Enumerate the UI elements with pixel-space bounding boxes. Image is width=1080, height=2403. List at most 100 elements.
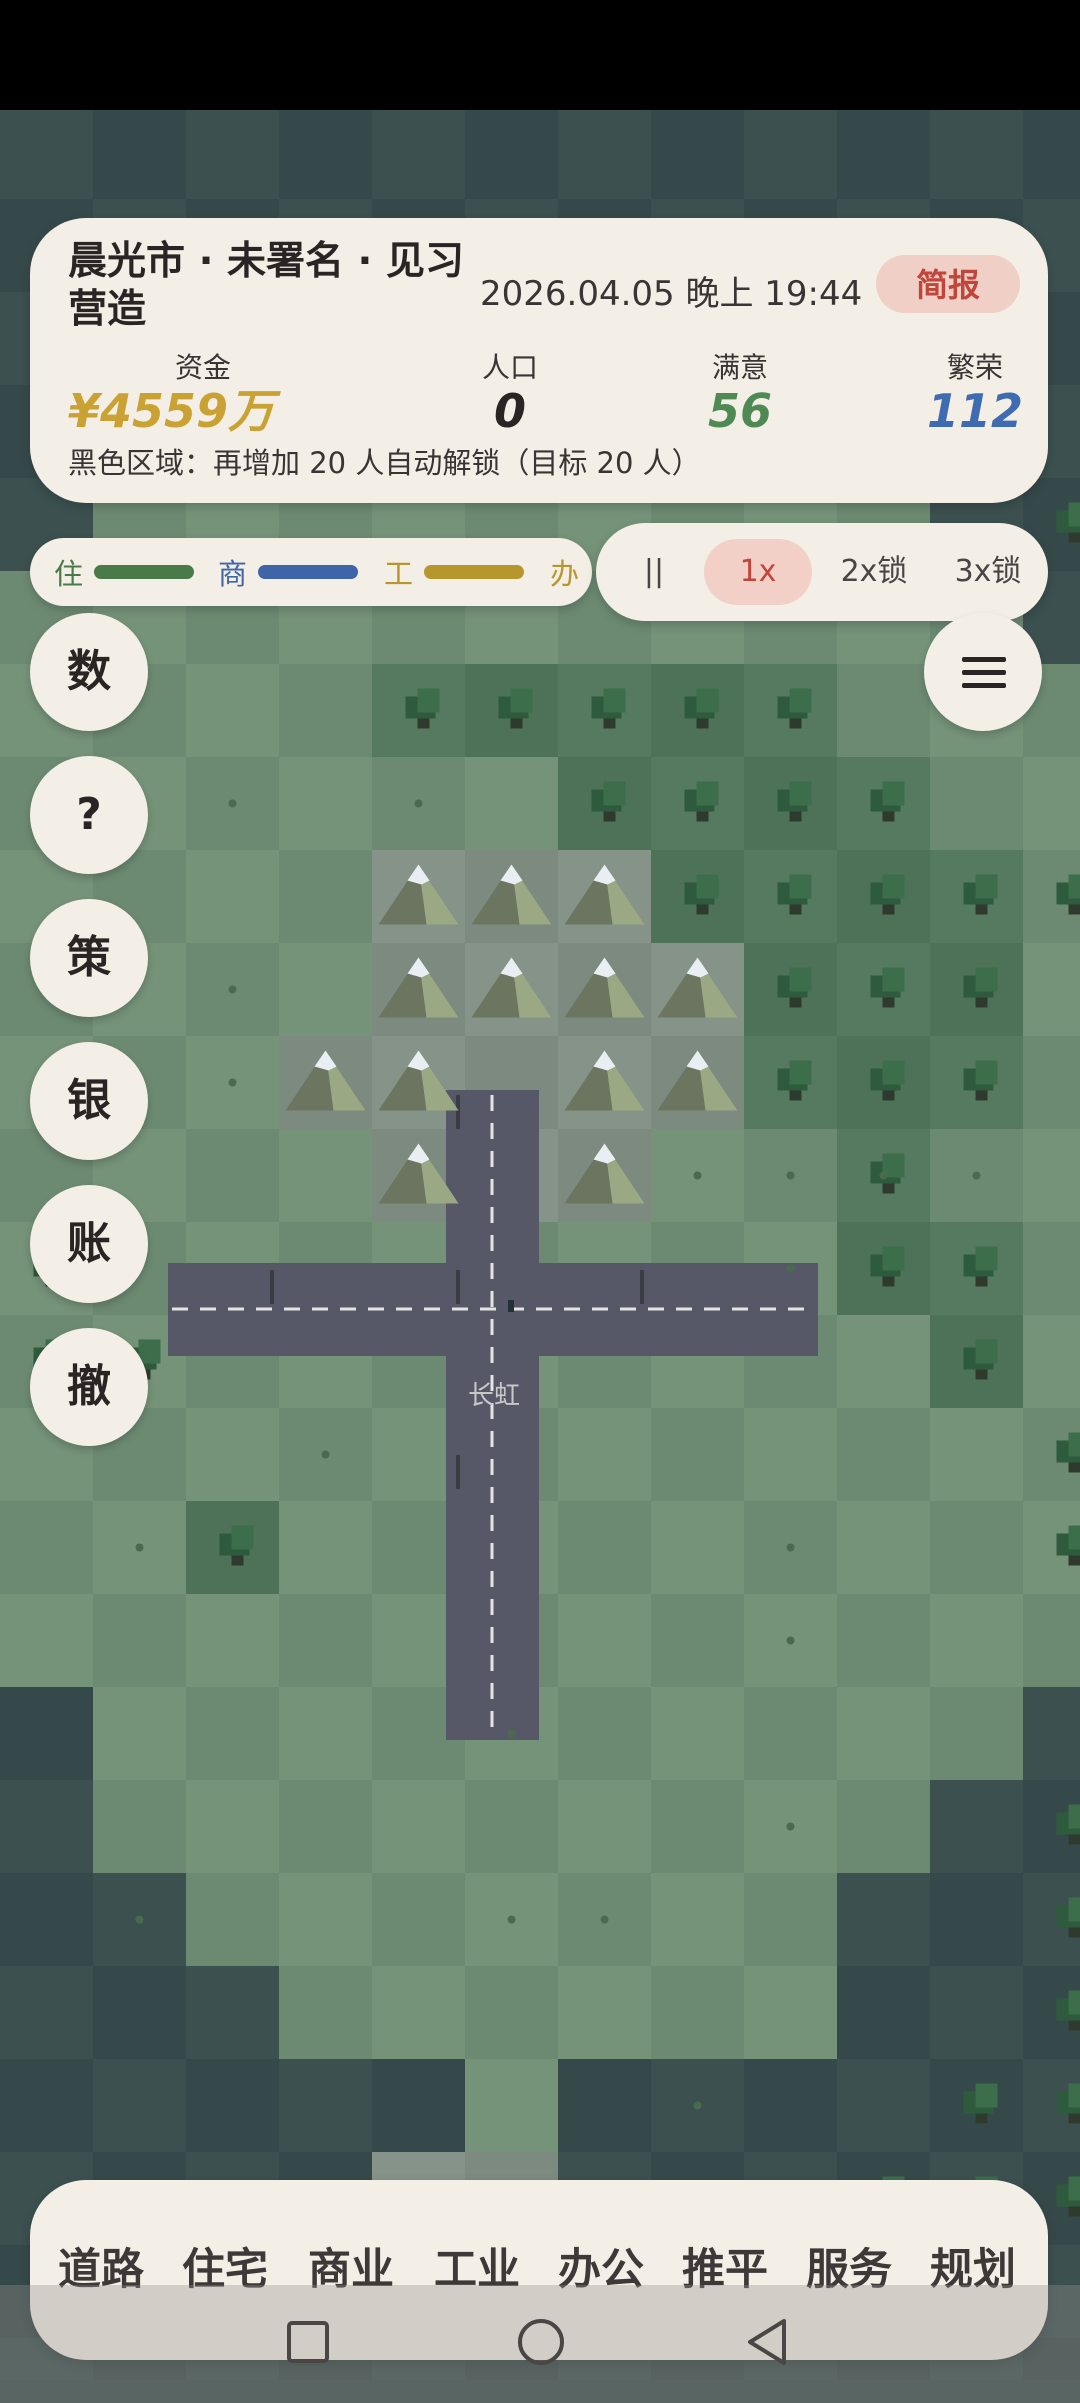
map-tile[interactable] [930, 757, 1023, 850]
map-tile[interactable] [1023, 943, 1080, 1036]
map-tile[interactable] [279, 1594, 372, 1687]
brief-button[interactable]: 简报 [876, 255, 1020, 313]
map-tile[interactable] [930, 1501, 1023, 1594]
map-tile[interactable] [186, 1873, 279, 1966]
map-tile[interactable] [651, 1966, 744, 2059]
map-tile[interactable] [186, 110, 279, 199]
map-tile[interactable] [279, 1687, 372, 1780]
menu-button[interactable] [924, 613, 1042, 731]
map-tile[interactable] [93, 110, 186, 199]
map-tile[interactable] [93, 1966, 186, 2059]
map-tile[interactable] [558, 1408, 651, 1501]
map-tile[interactable] [0, 1780, 93, 1873]
map-tile[interactable] [651, 1594, 744, 1687]
map-tile[interactable] [837, 2059, 930, 2152]
map-tile[interactable] [558, 1780, 651, 1873]
ledger-button[interactable]: 账 [30, 1185, 148, 1303]
map-tile[interactable] [279, 757, 372, 850]
map-tile[interactable] [1023, 1036, 1080, 1129]
map-tile[interactable] [186, 1780, 279, 1873]
map-tile[interactable] [1023, 1222, 1080, 1315]
map-tile[interactable] [279, 110, 372, 199]
map-tile[interactable] [465, 757, 558, 850]
map-tile[interactable] [558, 110, 651, 199]
bank-button[interactable]: 银 [30, 1042, 148, 1160]
map-tile[interactable] [0, 2059, 93, 2152]
map-tile[interactable] [651, 1687, 744, 1780]
map-tile[interactable] [744, 1966, 837, 2059]
map-tile[interactable] [837, 1501, 930, 1594]
map-tile[interactable] [93, 1594, 186, 1687]
map-tile[interactable] [465, 1780, 558, 1873]
map-tile[interactable] [558, 1594, 651, 1687]
map-tile[interactable] [279, 943, 372, 1036]
map-tile[interactable] [186, 1408, 279, 1501]
policy-button[interactable]: 策 [30, 899, 148, 1017]
map-tile[interactable] [279, 1966, 372, 2059]
map-tile[interactable] [0, 1966, 93, 2059]
map-tile[interactable] [837, 1966, 930, 2059]
map-tile[interactable] [372, 1780, 465, 1873]
map-tile[interactable] [651, 110, 744, 199]
map-tile[interactable] [558, 1687, 651, 1780]
pause-button[interactable]: || [604, 539, 704, 605]
map-tile[interactable] [279, 1129, 372, 1222]
help-button[interactable]: ? [30, 756, 148, 874]
map-tile[interactable] [930, 1594, 1023, 1687]
map-tile[interactable] [930, 1780, 1023, 1873]
map-tile[interactable] [0, 110, 93, 199]
map-tile[interactable] [465, 2059, 558, 2152]
map-tile[interactable] [837, 1408, 930, 1501]
map-tile[interactable] [186, 1687, 279, 1780]
map-tile[interactable] [1023, 1687, 1080, 1780]
map-tile[interactable] [651, 1873, 744, 1966]
map-tile[interactable] [837, 1780, 930, 1873]
map-tile[interactable] [372, 2059, 465, 2152]
map-tile[interactable] [558, 1501, 651, 1594]
map-tile[interactable] [279, 850, 372, 943]
map-tile[interactable] [744, 1873, 837, 1966]
map-tile[interactable] [930, 1966, 1023, 2059]
map-tile[interactable] [744, 2059, 837, 2152]
recents-icon[interactable] [284, 2315, 332, 2369]
map-tile[interactable] [1023, 110, 1080, 199]
map-tile[interactable] [372, 110, 465, 199]
map-tile[interactable] [930, 1873, 1023, 1966]
map-tile[interactable] [1023, 1594, 1080, 1687]
map-tile[interactable] [744, 1408, 837, 1501]
map-tile[interactable] [465, 1966, 558, 2059]
speed-1x-button[interactable]: 1x [704, 539, 812, 605]
map-tile[interactable] [372, 1873, 465, 1966]
map-tile[interactable] [837, 664, 930, 757]
map-tile[interactable] [186, 1594, 279, 1687]
map-tile[interactable] [279, 2059, 372, 2152]
home-icon[interactable] [514, 2315, 568, 2369]
map-tile[interactable] [186, 2059, 279, 2152]
map-tile[interactable] [837, 110, 930, 199]
map-tile[interactable] [744, 110, 837, 199]
map-tile[interactable] [93, 2059, 186, 2152]
map-tile[interactable] [186, 1129, 279, 1222]
map-tile[interactable] [930, 1687, 1023, 1780]
map-tile[interactable] [837, 1687, 930, 1780]
map-tile[interactable] [465, 110, 558, 199]
undo-button[interactable]: 撤 [30, 1328, 148, 1446]
map-tile[interactable] [93, 1780, 186, 1873]
map-tile[interactable] [744, 1687, 837, 1780]
map-tile[interactable] [651, 1501, 744, 1594]
map-tile[interactable] [186, 664, 279, 757]
map-tile[interactable] [651, 1408, 744, 1501]
map-tile[interactable] [0, 1687, 93, 1780]
map-tile[interactable] [837, 1594, 930, 1687]
map-tile[interactable] [279, 1780, 372, 1873]
map-tile[interactable] [279, 664, 372, 757]
speed-2x-button[interactable]: 2x锁 [818, 539, 930, 605]
map-tile[interactable] [0, 1594, 93, 1687]
map-tile[interactable] [279, 1501, 372, 1594]
map-tile[interactable] [186, 850, 279, 943]
map-tile[interactable] [93, 1687, 186, 1780]
map-tile[interactable] [1023, 757, 1080, 850]
map-tile[interactable] [558, 2059, 651, 2152]
map-tile[interactable] [837, 1315, 930, 1408]
map-tile[interactable] [0, 1501, 93, 1594]
